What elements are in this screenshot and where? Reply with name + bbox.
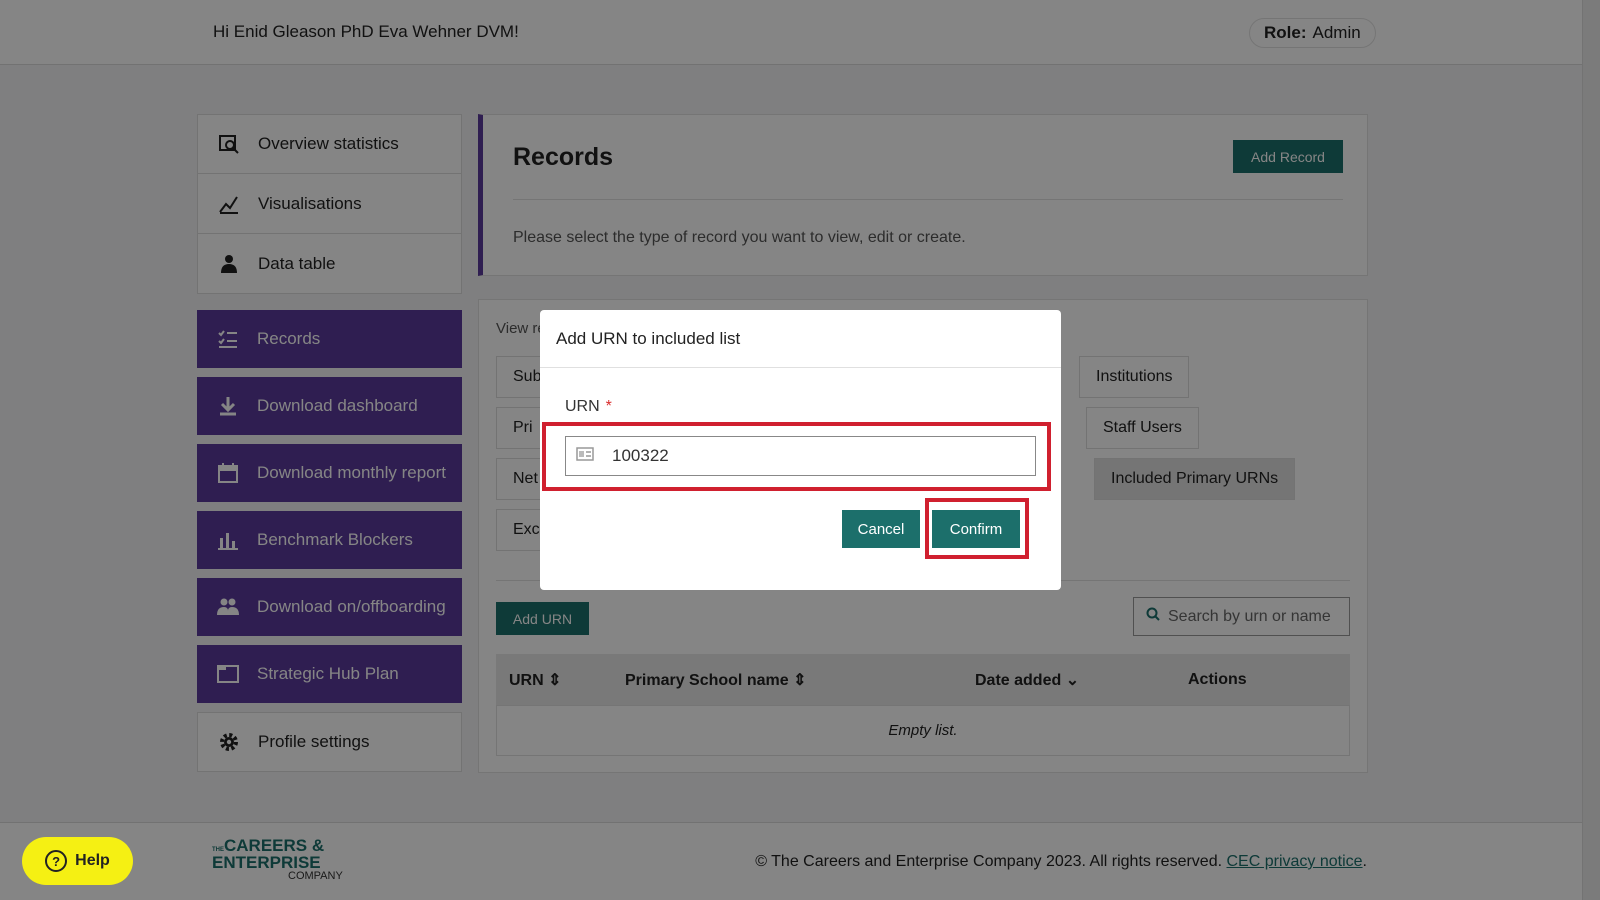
- confirm-button[interactable]: Confirm: [932, 510, 1020, 548]
- help-label: Help: [75, 852, 110, 869]
- dialog-title: Add URN to included list: [540, 310, 1061, 368]
- cancel-button[interactable]: Cancel: [842, 510, 920, 548]
- urn-input[interactable]: [612, 446, 992, 466]
- question-icon: ?: [45, 850, 68, 872]
- add-urn-dialog: Add URN to included list URN* Cancel Con…: [540, 310, 1061, 590]
- id-card-icon: [576, 446, 594, 466]
- required-marker: *: [605, 398, 612, 415]
- help-button[interactable]: ? Help: [22, 837, 133, 885]
- urn-field-label: URN *: [565, 398, 612, 415]
- urn-field[interactable]: [565, 436, 1036, 476]
